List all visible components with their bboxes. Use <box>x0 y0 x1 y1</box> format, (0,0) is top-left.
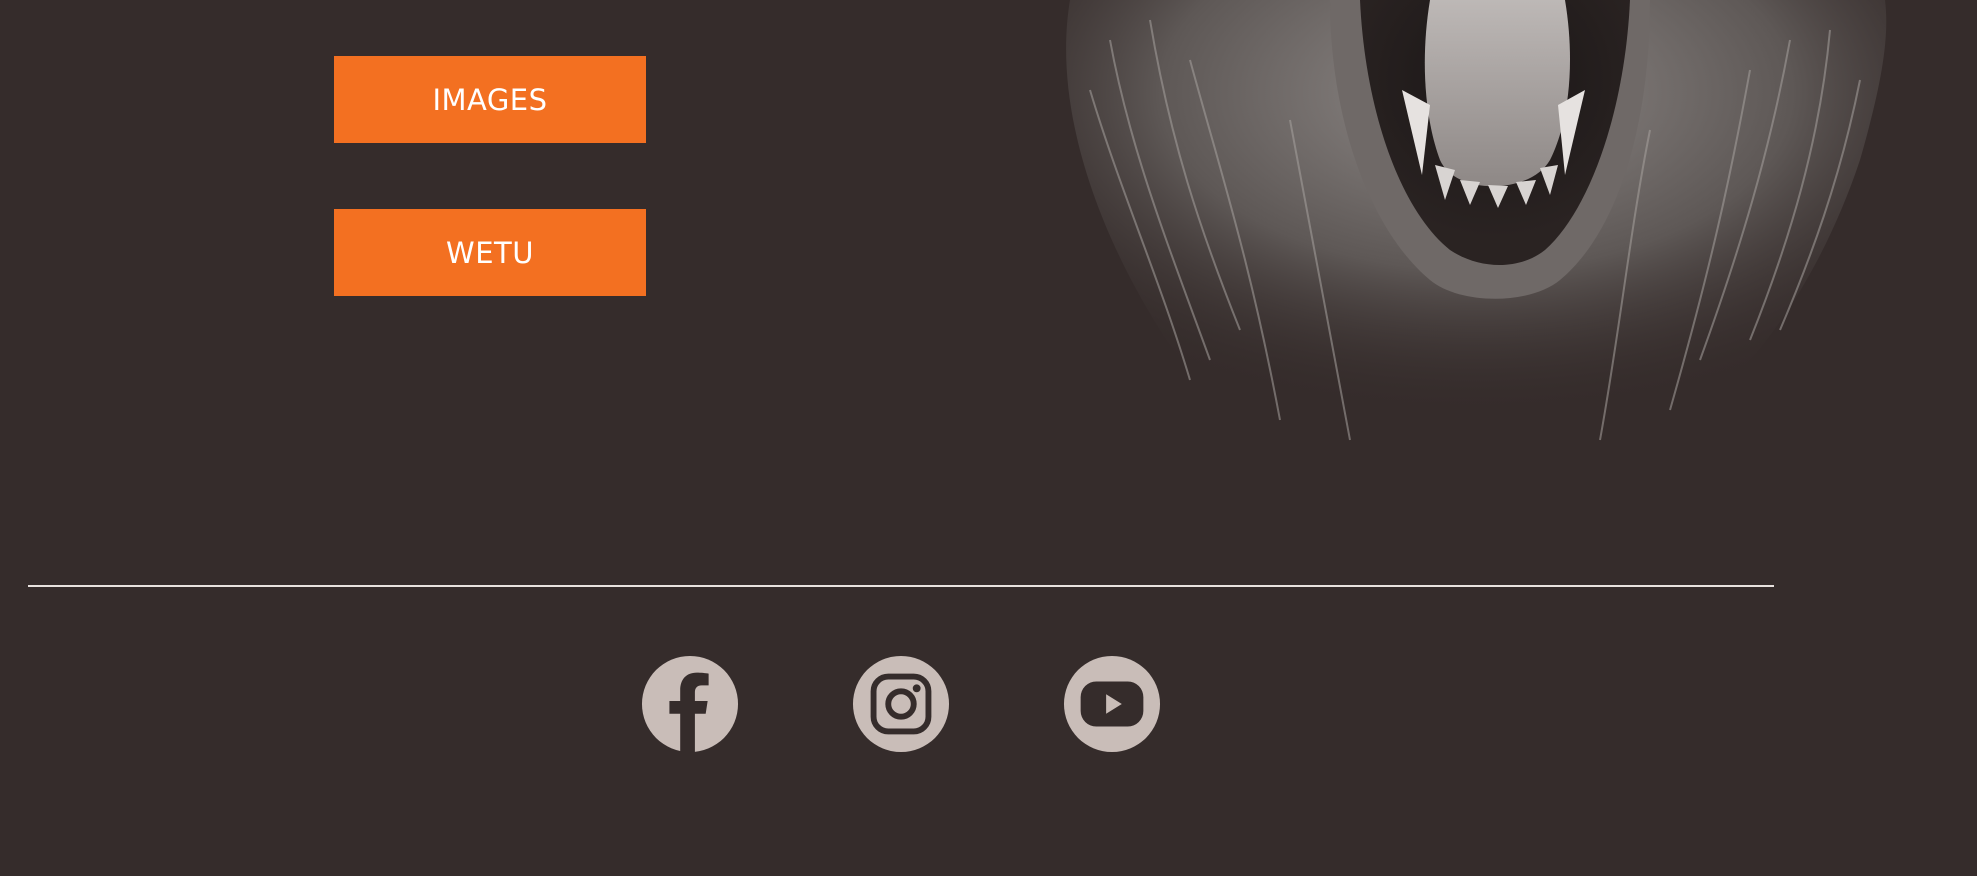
youtube-icon[interactable] <box>1063 655 1161 753</box>
instagram-icon[interactable] <box>852 655 950 753</box>
wetu-button[interactable]: WETU <box>334 209 646 296</box>
facebook-icon[interactable] <box>641 655 739 753</box>
images-button[interactable]: IMAGES <box>334 56 646 143</box>
lion-photo <box>1030 0 1930 470</box>
footer-divider <box>28 585 1774 587</box>
